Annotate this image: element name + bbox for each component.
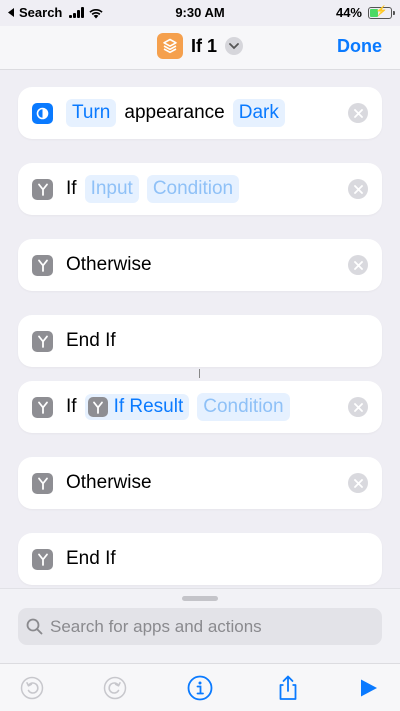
if-result-variable[interactable]: If Result xyxy=(84,394,190,420)
appearance-label: appearance xyxy=(124,102,225,123)
otherwise-action[interactable]: Otherwise xyxy=(18,239,382,291)
end-if-action[interactable]: End If xyxy=(18,533,382,585)
bottom-toolbar xyxy=(0,663,400,711)
shortcut-icon[interactable] xyxy=(157,33,183,59)
info-icon[interactable] xyxy=(187,675,213,701)
if-keyword: If xyxy=(66,178,77,199)
navigation-bar: If 1 Done xyxy=(0,26,400,70)
if-keyword: If xyxy=(66,396,77,417)
input-parameter[interactable]: Input xyxy=(84,175,139,203)
shortcut-title: If 1 xyxy=(191,35,218,56)
branch-icon xyxy=(32,178,53,200)
remove-action-icon[interactable] xyxy=(348,179,368,199)
text-cursor xyxy=(199,369,200,378)
search-placeholder: Search for apps and actions xyxy=(50,616,262,636)
redo-icon[interactable] xyxy=(102,675,128,701)
branch-icon xyxy=(32,548,53,570)
branch-icon xyxy=(32,396,53,418)
otherwise-keyword: Otherwise xyxy=(66,472,152,493)
layers-icon xyxy=(163,38,177,54)
status-bar: Search 9:30 AM 44% ⚡ xyxy=(0,0,400,26)
otherwise-keyword: Otherwise xyxy=(66,254,152,275)
condition-parameter[interactable]: Condition xyxy=(146,175,240,203)
battery-charging-icon: ⚡ xyxy=(368,6,395,19)
actions-search-sheet: Search for apps and actions xyxy=(0,588,400,663)
end-if-keyword: End If xyxy=(66,330,116,351)
turn-parameter[interactable]: Turn xyxy=(66,99,117,127)
branch-icon xyxy=(32,254,53,276)
done-button[interactable]: Done xyxy=(337,36,382,57)
dark-parameter[interactable]: Dark xyxy=(232,99,285,127)
appearance-icon xyxy=(32,102,53,124)
if-action[interactable]: If If Result Condition xyxy=(18,381,382,433)
share-icon[interactable] xyxy=(275,675,301,701)
end-if-keyword: End If xyxy=(66,548,116,569)
end-if-action[interactable]: End If xyxy=(18,315,382,367)
set-appearance-action[interactable]: Turn appearance Dark xyxy=(18,87,382,139)
play-icon[interactable] xyxy=(355,675,381,701)
sheet-grabber[interactable] xyxy=(182,596,218,601)
remove-action-icon[interactable] xyxy=(348,255,368,275)
search-field[interactable]: Search for apps and actions xyxy=(18,608,382,645)
branch-icon xyxy=(32,330,53,352)
undo-icon[interactable] xyxy=(19,675,45,701)
remove-action-icon[interactable] xyxy=(348,397,368,417)
branch-icon xyxy=(87,397,108,417)
shortcut-title-menu[interactable]: If 1 xyxy=(157,33,244,59)
search-icon xyxy=(26,618,43,635)
remove-action-icon[interactable] xyxy=(348,103,368,123)
condition-parameter[interactable]: Condition xyxy=(197,393,290,421)
chevron-down-icon[interactable] xyxy=(225,37,244,55)
remove-action-icon[interactable] xyxy=(348,473,368,493)
battery-percentage: 44% xyxy=(335,5,362,20)
if-action[interactable]: If Input Condition xyxy=(18,163,382,215)
branch-icon xyxy=(32,472,53,494)
if-result-label: If Result xyxy=(113,396,184,417)
actions-editor: Turn appearance Dark If Input Condition … xyxy=(0,70,400,590)
status-right: 44% ⚡ xyxy=(335,5,395,20)
otherwise-action[interactable]: Otherwise xyxy=(18,457,382,509)
